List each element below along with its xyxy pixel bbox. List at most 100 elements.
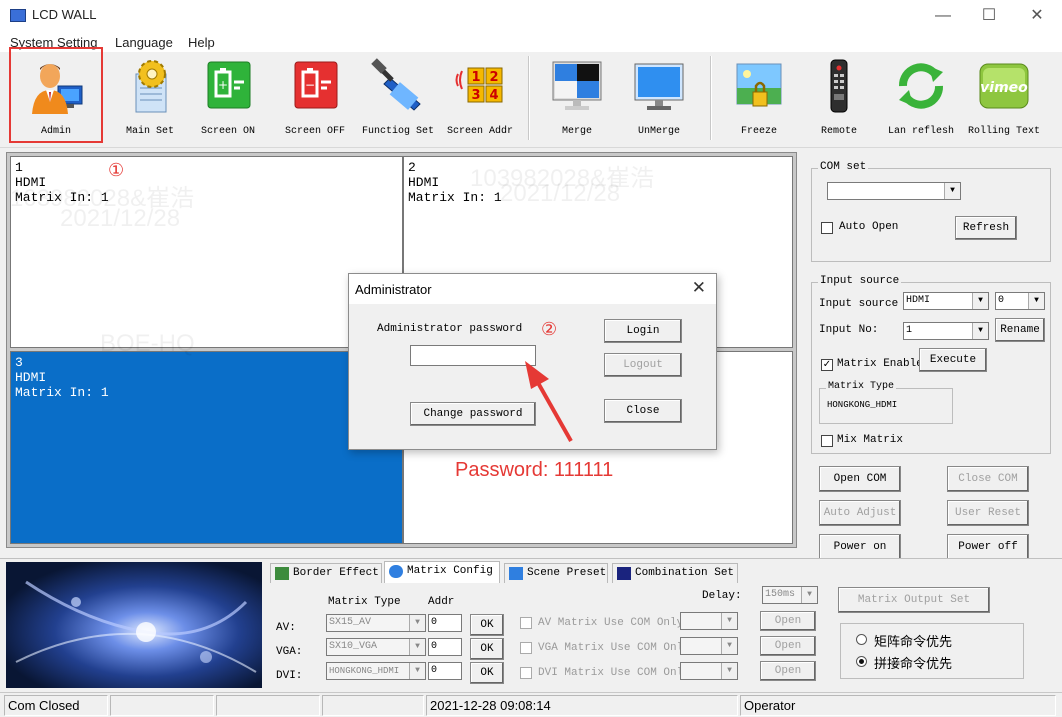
chevron-down-icon: ▼ bbox=[1028, 293, 1044, 309]
matrix-type-legend: Matrix Type bbox=[826, 381, 897, 392]
screen-addr-label: Screen Addr bbox=[446, 126, 513, 137]
power-on-button[interactable]: Power on bbox=[819, 534, 901, 560]
step-1-marker: ① bbox=[108, 160, 125, 180]
close-window-button[interactable]: ✕ bbox=[1014, 0, 1060, 32]
right-control-panel: COM set ▼ Auto Open Refresh Input source… bbox=[799, 148, 1062, 560]
matrix-output-set-button[interactable]: Matrix Output Set bbox=[838, 587, 990, 613]
dvi-open-button[interactable]: Open bbox=[760, 661, 816, 681]
screen-on-button[interactable]: + Screen ON bbox=[183, 54, 273, 144]
dvi-com-select[interactable]: ▼ bbox=[680, 662, 738, 680]
menu-help[interactable]: Help bbox=[188, 35, 215, 50]
function-set-button[interactable]: Functiog Set bbox=[353, 54, 443, 144]
minimize-button[interactable]: — bbox=[920, 0, 966, 32]
input-source-index-select[interactable]: 0 ▼ bbox=[995, 292, 1045, 310]
tab-scene-preset[interactable]: Scene Preset bbox=[504, 563, 608, 583]
screen-number: 1 bbox=[15, 160, 23, 175]
vga-ok-button[interactable]: OK bbox=[470, 638, 504, 660]
chevron-down-icon: ▼ bbox=[972, 293, 988, 309]
remote-button[interactable]: Remote bbox=[794, 54, 884, 144]
priority-radio-matrix[interactable] bbox=[856, 634, 867, 645]
lan-refresh-label: Lan reflesh bbox=[887, 126, 954, 137]
open-com-button[interactable]: Open COM bbox=[819, 466, 901, 492]
av-matrix-type-select[interactable]: SX15_AV ▼ bbox=[326, 614, 426, 632]
dvi-row-label: DVI: bbox=[276, 670, 303, 682]
combination-icon bbox=[617, 567, 631, 580]
freeze-button[interactable]: Freeze bbox=[714, 54, 804, 144]
maximize-button[interactable]: ☐ bbox=[966, 0, 1012, 32]
input-no-label: Input No: bbox=[819, 324, 879, 336]
dvi-use-com-checkbox[interactable] bbox=[520, 667, 532, 679]
chevron-down-icon: ▼ bbox=[944, 183, 960, 199]
toolbar: Admin Main Set + Screen ON − Screen OFF … bbox=[0, 52, 1062, 148]
delay-select[interactable]: 150ms ▼ bbox=[762, 586, 818, 604]
vga-matrix-type-select[interactable]: SX10_VGA ▼ bbox=[326, 638, 426, 656]
screen-matrix-input: Matrix In: 1 bbox=[408, 190, 502, 205]
screen-cell-1[interactable]: 1 HDMI Matrix In: 1 bbox=[10, 156, 403, 348]
com-set-legend: COM set bbox=[818, 161, 869, 173]
screen-addr-button[interactable]: 1 2 3 4 Screen Addr bbox=[435, 54, 525, 144]
input-no-select[interactable]: 1 ▼ bbox=[903, 322, 989, 340]
av-ok-button[interactable]: OK bbox=[470, 614, 504, 636]
input-source-select[interactable]: HDMI ▼ bbox=[903, 292, 989, 310]
dvi-addr-input[interactable]: 0 bbox=[428, 662, 462, 680]
svg-text:+: + bbox=[218, 78, 228, 92]
tab-combination-set[interactable]: Combination Set bbox=[612, 563, 738, 583]
freeze-lock-icon bbox=[736, 63, 782, 107]
title-bar: LCD WALL — ☐ ✕ bbox=[0, 0, 1062, 32]
priority-radio-splice[interactable] bbox=[856, 656, 867, 667]
input-source-index-value: 0 bbox=[998, 295, 1005, 306]
tab-border-effect[interactable]: Border Effect bbox=[270, 563, 382, 583]
tab-label: Border Effect bbox=[293, 567, 379, 579]
logout-button[interactable]: Logout bbox=[604, 353, 682, 377]
merge-button[interactable]: Merge bbox=[532, 54, 622, 144]
delay-value: 150ms bbox=[765, 589, 796, 600]
vga-row-label: VGA: bbox=[276, 646, 303, 658]
vga-addr-input[interactable]: 0 bbox=[428, 638, 462, 656]
rolling-text-label: Rolling Text bbox=[967, 126, 1040, 137]
execute-button[interactable]: Execute bbox=[919, 348, 987, 372]
rename-button[interactable]: Rename bbox=[995, 318, 1045, 342]
screen-matrix-input: Matrix In: 1 bbox=[15, 385, 109, 400]
grid-digit-1: 1 bbox=[471, 70, 480, 85]
av-row-label: AV: bbox=[276, 622, 296, 634]
main-set-button[interactable]: Main Set bbox=[105, 54, 195, 144]
vga-addr-value: 0 bbox=[431, 641, 438, 652]
com-port-select[interactable]: ▼ bbox=[827, 182, 961, 200]
refresh-button[interactable]: Refresh bbox=[955, 216, 1017, 240]
vimeo-wordmark: vimeo bbox=[980, 80, 1028, 96]
close-com-button[interactable]: Close COM bbox=[947, 466, 1029, 492]
av-matrix-type-value: SX15_AV bbox=[329, 617, 372, 628]
auto-open-checkbox[interactable] bbox=[821, 222, 833, 234]
screen-off-button[interactable]: − Screen OFF bbox=[270, 54, 360, 144]
app-logo-icon bbox=[10, 9, 26, 22]
unmerge-label: UnMerge bbox=[637, 126, 680, 137]
menu-language[interactable]: Language bbox=[115, 35, 173, 50]
vga-open-button[interactable]: Open bbox=[760, 636, 816, 656]
chevron-down-icon: ▼ bbox=[801, 587, 817, 603]
login-button[interactable]: Login bbox=[604, 319, 682, 343]
power-off-button[interactable]: Power off bbox=[947, 534, 1029, 560]
matrix-enable-checkbox[interactable]: ✓ bbox=[821, 359, 833, 371]
remote-control-icon bbox=[830, 59, 848, 113]
unmerge-button[interactable]: UnMerge bbox=[614, 54, 704, 144]
vga-com-select[interactable]: ▼ bbox=[680, 637, 738, 655]
dialog-close-icon[interactable]: ✕ bbox=[692, 278, 706, 298]
grid-digit-3: 3 bbox=[471, 88, 480, 103]
screen-cell-3[interactable]: 3 HDMI Matrix In: 1 bbox=[10, 351, 403, 544]
user-reset-button[interactable]: User Reset bbox=[947, 500, 1029, 526]
vga-use-com-checkbox[interactable] bbox=[520, 642, 532, 654]
mix-matrix-checkbox[interactable] bbox=[821, 435, 833, 447]
av-addr-input[interactable]: 0 bbox=[428, 614, 462, 632]
dialog-close-button[interactable]: Close bbox=[604, 399, 682, 423]
dvi-ok-button[interactable]: OK bbox=[470, 662, 504, 684]
rolling-text-button[interactable]: vimeo Rolling Text bbox=[959, 54, 1049, 144]
tab-matrix-config[interactable]: Matrix Config bbox=[384, 561, 500, 583]
av-use-com-checkbox[interactable] bbox=[520, 617, 532, 629]
screen-source: HDMI bbox=[15, 370, 47, 385]
dvi-matrix-type-select[interactable]: HONGKONG_HDMI ▼ bbox=[326, 662, 426, 680]
matrix-type-header: Matrix Type bbox=[328, 596, 401, 608]
av-com-select[interactable]: ▼ bbox=[680, 612, 738, 630]
av-open-button[interactable]: Open bbox=[760, 611, 816, 631]
lan-refresh-button[interactable]: Lan reflesh bbox=[876, 54, 966, 144]
auto-adjust-button[interactable]: Auto Adjust bbox=[819, 500, 901, 526]
